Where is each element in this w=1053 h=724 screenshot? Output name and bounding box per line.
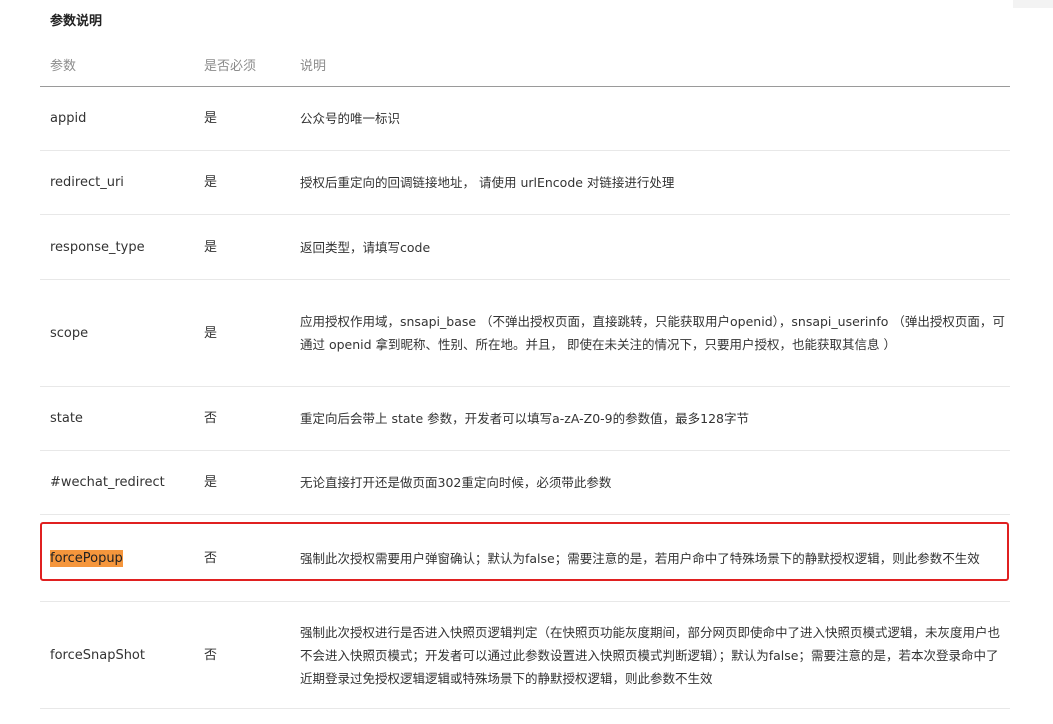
param-desc: 授权后重定向的回调链接地址， 请使用 urlEncode 对链接进行处理	[290, 150, 1010, 215]
param-required: 是	[194, 450, 290, 515]
param-name: redirect_uri	[40, 150, 194, 215]
param-name: response_type	[40, 214, 194, 280]
param-name: forceSnapShot	[40, 601, 194, 709]
param-required: 是	[194, 86, 290, 151]
param-required: 是	[194, 214, 290, 280]
top-right-edge	[1013, 0, 1053, 8]
header-required: 是否必须	[194, 42, 290, 87]
param-desc: 公众号的唯一标识	[290, 86, 1010, 151]
param-desc: 应用授权作用域，snsapi_base （不弹出授权页面，直接跳转，只能获取用户…	[290, 279, 1010, 387]
table-row: redirect_uri 是 授权后重定向的回调链接地址， 请使用 urlEnc…	[40, 150, 1010, 215]
param-required: 否	[194, 601, 290, 709]
param-required: 否	[194, 514, 290, 602]
header-param: 参数	[40, 42, 194, 87]
param-desc: 强制此次授权需要用户弹窗确认；默认为false；需要注意的是，若用户命中了特殊场…	[290, 514, 1010, 602]
param-desc: 强制此次授权进行是否进入快照页逻辑判定（在快照页功能灰度期间，部分网页即使命中了…	[290, 601, 1010, 709]
param-name: appid	[40, 86, 194, 151]
param-name: scope	[40, 279, 194, 387]
param-desc: 重定向后会带上 state 参数，开发者可以填写a-zA-Z0-9的参数值，最多…	[290, 386, 1010, 451]
param-name: #wechat_redirect	[40, 450, 194, 515]
table-row: state 否 重定向后会带上 state 参数，开发者可以填写a-zA-Z0-…	[40, 386, 1010, 451]
table-row: appid 是 公众号的唯一标识	[40, 86, 1010, 151]
param-name: forcePopup	[40, 514, 194, 602]
table-row: scope 是 应用授权作用域，snsapi_base （不弹出授权页面，直接跳…	[40, 279, 1010, 387]
table-row-highlighted: forcePopup 否 强制此次授权需要用户弹窗确认；默认为false；需要注…	[40, 514, 1010, 602]
table-row: response_type 是 返回类型，请填写code	[40, 214, 1010, 280]
table-row: #wechat_redirect 是 无论直接打开还是做页面302重定向时候，必…	[40, 450, 1010, 515]
param-name: state	[40, 386, 194, 451]
param-required: 是	[194, 279, 290, 387]
table-header-row: 参数 是否必须 说明	[40, 42, 1010, 87]
page: 参数说明 参数 是否必须 说明 appid 是 公众号的唯一标识 redirec…	[0, 0, 1053, 724]
highlighted-param-name: forcePopup	[50, 549, 123, 567]
table-row: forceSnapShot 否 强制此次授权进行是否进入快照页逻辑判定（在快照页…	[40, 601, 1010, 709]
params-table: 参数 是否必须 说明 appid 是 公众号的唯一标识 redirect_uri…	[40, 42, 1010, 709]
param-desc: 无论直接打开还是做页面302重定向时候，必须带此参数	[290, 450, 1010, 515]
param-desc: 返回类型，请填写code	[290, 214, 1010, 280]
param-required: 是	[194, 150, 290, 215]
param-required: 否	[194, 386, 290, 451]
section-title: 参数说明	[50, 14, 103, 29]
header-desc: 说明	[290, 42, 1010, 87]
